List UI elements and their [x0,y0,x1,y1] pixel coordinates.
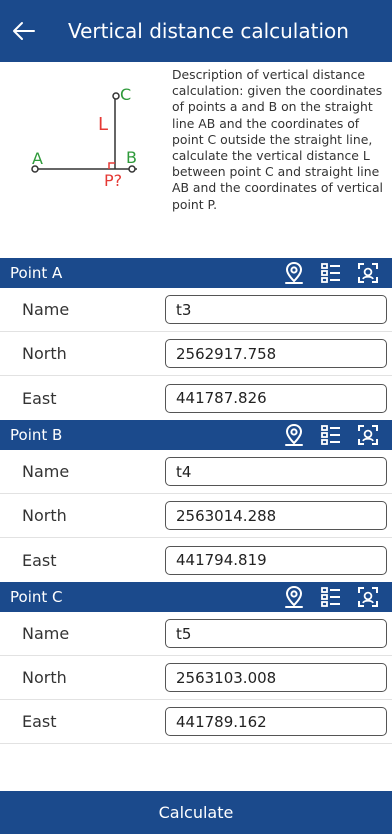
point-list-icon[interactable] [318,422,344,448]
field-label: Name [22,624,70,643]
field-label: North [22,506,67,525]
diagram-label-a: A [32,149,43,168]
point-b-north-input[interactable] [165,501,387,530]
point-a-name-input[interactable] [165,295,387,324]
page-title: Vertical distance calculation [68,19,349,43]
diagram-label-b: B [126,148,137,167]
section-header-point-b: Point B [0,420,392,450]
section-title: Point A [10,264,63,282]
arrow-left-icon [13,22,35,40]
point-a-north-input[interactable] [165,339,387,368]
field-row: East [0,538,392,582]
section-header-point-c: Point C [0,582,392,612]
scan-icon[interactable] [355,260,381,286]
field-label: North [22,668,67,687]
field-row: North [0,656,392,700]
point-c-north-input[interactable] [165,663,387,692]
field-label: East [22,712,57,731]
description-text: Description of vertical distance calcula… [172,67,383,212]
diagram-label-l: L [98,114,108,135]
field-row: Name [0,612,392,656]
point-b-name-input[interactable] [165,457,387,486]
field-row: Name [0,288,392,332]
point-b-east-input[interactable] [165,545,387,575]
section-title: Point C [10,588,63,606]
field-row: East [0,376,392,420]
section-title: Point B [10,426,63,444]
diagram-label-p: P? [104,171,122,190]
point-list-icon[interactable] [318,260,344,286]
scan-icon[interactable] [355,422,381,448]
field-row: North [0,494,392,538]
point-c-east-input[interactable] [165,707,387,736]
field-row: Name [0,450,392,494]
diagram-label-c: C [120,85,131,104]
back-button[interactable] [0,0,48,62]
location-pin-icon[interactable] [281,260,307,286]
location-pin-icon[interactable] [281,422,307,448]
scan-icon[interactable] [355,584,381,610]
point-list-icon[interactable] [318,584,344,610]
field-row: East [0,700,392,744]
calculate-button[interactable]: Calculate [0,791,392,834]
field-label: East [22,388,57,408]
description-panel: A B C L P? Description of vertical dista… [0,62,392,258]
point-a-east-input[interactable] [165,383,387,413]
field-row: North [0,332,392,376]
field-label: North [22,344,67,363]
top-app-bar: Vertical distance calculation [0,0,392,62]
point-c-name-input[interactable] [165,619,387,648]
field-label: Name [22,462,70,481]
section-header-point-a: Point A [0,258,392,288]
location-pin-icon[interactable] [281,584,307,610]
field-label: East [22,550,57,570]
perpendicular-diagram: A B C L P? [31,85,137,190]
field-label: Name [22,300,70,319]
